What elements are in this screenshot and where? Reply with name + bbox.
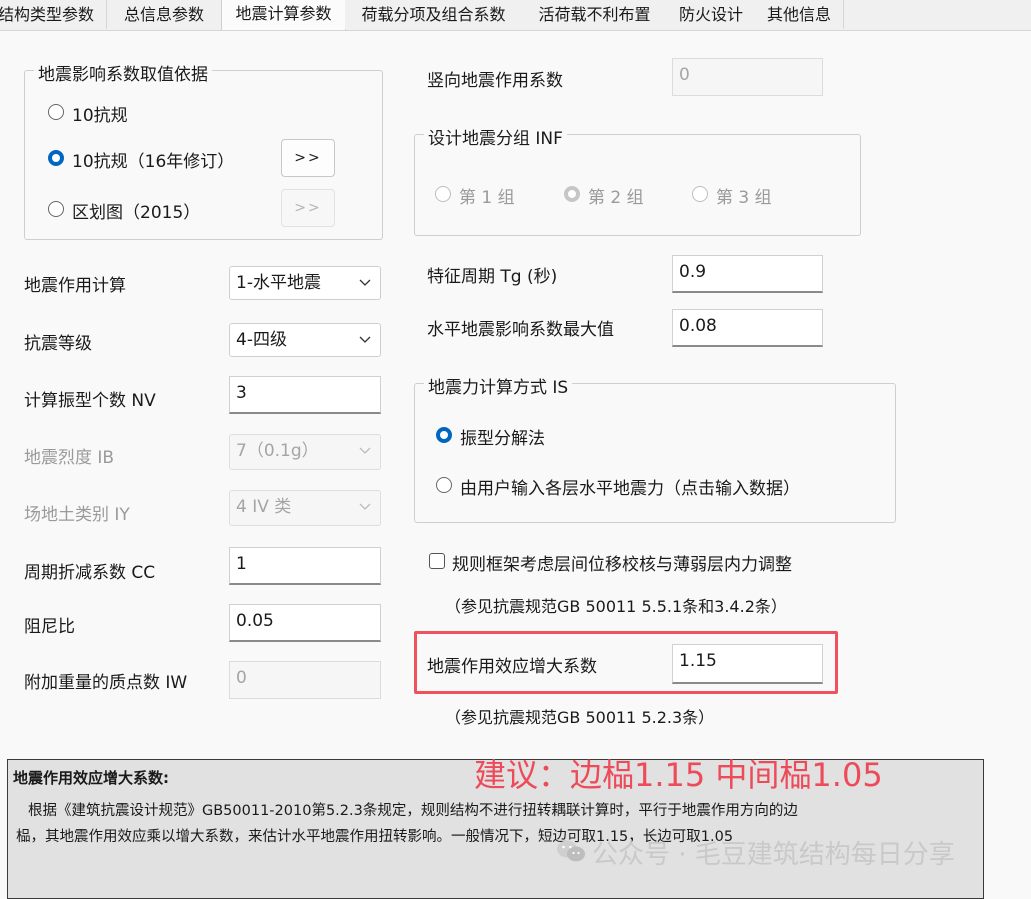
watermark: 公众号 · 毛豆建筑结构每日分享 [592, 840, 955, 870]
nv-input[interactable]: 3 [229, 376, 381, 414]
group-radio-3[interactable] [692, 186, 708, 202]
tab-structure-type[interactable]: 结构类型参数 [0, 0, 107, 29]
select-value: 4-四级 [236, 330, 287, 350]
ib-label: 地震烈度 IB [24, 448, 115, 468]
group-option-label: 第 3 组 [716, 188, 772, 208]
is-option-label: 由用户输入各层水平地震力（点击输入数据） [460, 479, 800, 499]
seismic-grade-select[interactable]: 4-四级 [229, 323, 381, 357]
group-radio-1[interactable] [435, 186, 451, 202]
tab-fire-design[interactable]: 防火设计 [667, 0, 756, 29]
frame-check-label: 规则框架考虑层间位移校核与薄弱层内力调整 [452, 555, 792, 575]
tab-label: 其他信息 [766, 5, 831, 24]
iw-input[interactable]: 0 [229, 661, 381, 699]
description-title: 地震作用效应增大系数: [13, 769, 169, 787]
select-value: 1-水平地震 [236, 273, 321, 293]
tab-general-info[interactable]: 总信息参数 [107, 0, 222, 29]
iy-label: 场地土类别 IY [24, 505, 130, 525]
is-option-label: 振型分解法 [460, 429, 545, 449]
group-option-label: 第 1 组 [459, 188, 515, 208]
tab-label: 地震计算参数 [235, 4, 332, 23]
tab-other-info[interactable]: 其他信息 [755, 0, 844, 29]
tab-label: 荷载分项及组合系数 [361, 5, 506, 24]
tab-label: 活荷载不利布置 [538, 5, 651, 24]
cc-input[interactable]: 1 [229, 547, 381, 585]
frame-check-note: （参见抗震规范GB 50011 5.5.1条和3.4.2条） [445, 597, 787, 616]
seismic-calc-select[interactable]: 1-水平地震 [229, 266, 381, 300]
amplify-label: 地震作用效应增大系数 [427, 657, 597, 677]
basis-group-title: 地震影响系数取值依据 [34, 60, 212, 85]
tab-load-factors[interactable]: 荷载分项及组合系数 [345, 0, 523, 29]
chevron-down-icon [359, 336, 371, 343]
frame-check-checkbox[interactable] [429, 553, 445, 569]
basis-radio-10[interactable] [48, 104, 64, 120]
basis-more-button[interactable]: >> [281, 139, 335, 177]
is-group-title: 地震力计算方式 IS [424, 373, 573, 398]
iw-label: 附加重量的质点数 IW [24, 673, 188, 693]
basis-radio-zoning[interactable] [48, 201, 64, 217]
tab-label: 防火设计 [678, 5, 743, 24]
is-radio-user-input[interactable] [436, 477, 452, 493]
amax-input[interactable]: 0.08 [672, 309, 823, 347]
vertical-coeff-input[interactable]: 0 [672, 58, 823, 96]
is-group-box [414, 383, 896, 523]
amax-label: 水平地震影响系数最大值 [427, 320, 614, 340]
tab-seismic-calc[interactable]: 地震计算参数 [221, 0, 346, 30]
is-radio-modal[interactable] [436, 427, 452, 443]
seismic-grade-label: 抗震等级 [24, 334, 92, 354]
tg-label: 特征周期 Tg (秒) [427, 267, 558, 287]
iy-select[interactable]: 4 IV 类 [229, 490, 381, 526]
annotation-text: 建议：边榀1.15 中间榀1.05 [474, 756, 883, 794]
design-group-title: 设计地震分组 INF [424, 124, 567, 149]
tg-input[interactable]: 0.9 [672, 255, 823, 293]
group-radio-2[interactable] [564, 186, 580, 202]
zoning-more-button[interactable]: >> [281, 189, 335, 227]
ib-select[interactable]: 7（0.1g） [229, 434, 381, 470]
tab-bar: 结构类型参数 总信息参数 地震计算参数 荷载分项及组合系数 活荷载不利布置 防火… [0, 0, 1031, 31]
chevron-down-icon [359, 279, 371, 286]
cc-label: 周期折减系数 CC [24, 563, 156, 583]
group-option-label: 第 2 组 [588, 188, 644, 208]
chevron-down-icon [359, 447, 371, 454]
damping-input[interactable]: 0.05 [229, 604, 381, 642]
select-value: 7（0.1g） [236, 441, 319, 461]
description-line-1: 根据《建筑抗震设计规范》GB50011-2010第5.2.3条规定，规则结构不进… [28, 803, 798, 819]
basis-option-label: 10抗规 [72, 106, 128, 126]
amplify-input[interactable]: 1.15 [672, 644, 823, 684]
chevron-down-icon [359, 503, 371, 510]
amplify-note: （参见抗震规范GB 50011 5.2.3条） [445, 708, 715, 727]
basis-radio-10-16[interactable] [48, 150, 64, 166]
seismic-calc-label: 地震作用计算 [24, 276, 126, 296]
nv-label: 计算振型个数 NV [24, 391, 156, 411]
tab-label: 结构类型参数 [0, 5, 94, 24]
basis-option-label: 10抗规（16年修订） [72, 152, 235, 172]
tab-live-load-arrangement[interactable]: 活荷载不利布置 [522, 0, 668, 29]
damping-label: 阻尼比 [24, 617, 75, 637]
select-value: 4 IV 类 [236, 497, 292, 517]
vertical-coeff-label: 竖向地震作用系数 [427, 71, 563, 91]
basis-option-label: 区划图（2015） [72, 203, 201, 223]
wechat-icon [557, 840, 585, 862]
tab-label: 总信息参数 [123, 5, 204, 24]
